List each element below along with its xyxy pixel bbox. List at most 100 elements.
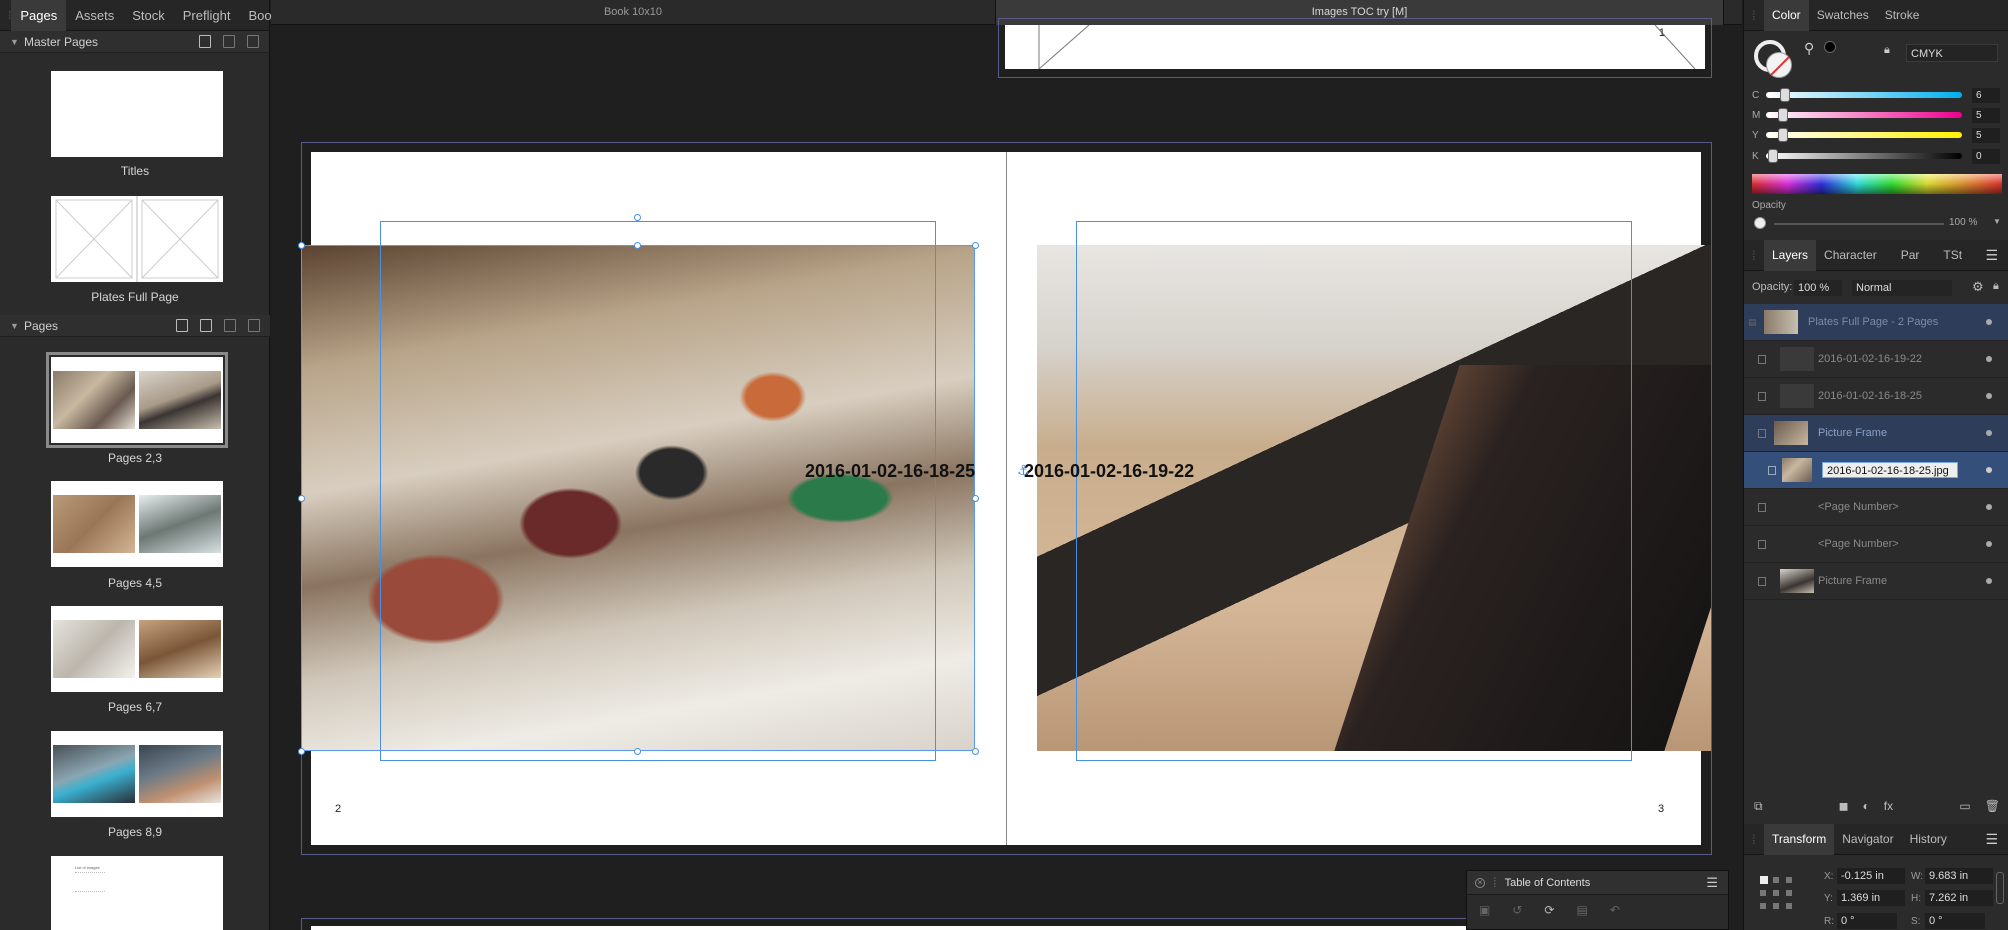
master-thumb-plates[interactable] [51, 196, 223, 282]
w-field[interactable]: 9.683 in [1925, 868, 1993, 884]
slider-track[interactable] [1766, 88, 1962, 102]
resize-handle[interactable] [972, 748, 979, 755]
layer-row-master[interactable]: ▤ Plates Full Page - 2 Pages [1744, 304, 2008, 341]
lock-icon[interactable]: 🔒︎ [1993, 280, 1999, 293]
slider-value[interactable]: 6 [1972, 87, 2000, 103]
rotate-handle[interactable] [634, 214, 641, 221]
resize-handle[interactable] [972, 242, 979, 249]
anchor-point-selector[interactable] [1758, 874, 1796, 912]
master-pages-header[interactable]: ▼ Master Pages [0, 31, 269, 53]
add-page-icon[interactable] [200, 319, 212, 332]
chevron-down-icon[interactable]: ▼ [1993, 217, 2001, 226]
remove-toc-icon[interactable]: ↺ [1512, 903, 1522, 917]
color-model-select[interactable]: CMYK [1906, 44, 1998, 62]
resize-handle[interactable] [634, 748, 641, 755]
tab-stroke[interactable]: Stroke [1877, 0, 1928, 31]
page-thumb-6-7[interactable] [51, 606, 223, 692]
add-layer-icon[interactable]: ▭ [1959, 799, 1970, 813]
color-picker-icon[interactable]: ⚲ [1804, 40, 1814, 57]
document-canvas[interactable]: Book 10x10 Images TOC try [M] 1 2016-01-… [271, 0, 1742, 930]
rotation-field[interactable]: 0 ° [1837, 913, 1897, 929]
page-thumb-8-9[interactable] [51, 731, 223, 817]
trash-icon[interactable]: 🗑︎ [1985, 799, 2000, 813]
panel-grip-icon[interactable]: ⁞ [1752, 832, 1764, 847]
insert-toc-icon[interactable]: ▣ [1479, 903, 1490, 917]
slider-value[interactable]: 0 [1972, 148, 2000, 164]
resize-handle[interactable] [298, 495, 305, 502]
slider-knob[interactable] [1777, 128, 1788, 142]
opacity-track[interactable] [1774, 223, 1944, 225]
slider-track[interactable] [1766, 149, 1962, 163]
page-thumb-toc[interactable]: List of images [51, 856, 223, 930]
layer-row-selected[interactable]: 2016-01-02-16-18-25.jpg [1744, 452, 2008, 489]
color-swatch-black[interactable] [1824, 41, 1836, 53]
blend-mode-select[interactable]: Normal [1852, 280, 1952, 296]
selection-box[interactable] [301, 245, 975, 751]
right-image-caption[interactable]: 2016-01-02-16-19-22 [1024, 461, 1194, 482]
layer-row-picture-frame[interactable]: Picture Frame [1744, 415, 2008, 452]
page-thumb-2-3[interactable] [46, 352, 228, 448]
pages-header[interactable]: ▼ Pages [0, 315, 270, 337]
visibility-dot-icon[interactable] [1986, 319, 1992, 325]
slider-track[interactable] [1766, 108, 1962, 122]
left-image-caption[interactable]: 2016-01-02-16-18-25 [805, 461, 975, 482]
page-thumb-4-5[interactable] [51, 481, 223, 567]
tab-transform[interactable]: Transform [1764, 823, 1835, 855]
delete-master-icon[interactable] [247, 35, 259, 48]
fx-icon[interactable]: fx [1884, 799, 1893, 813]
tab-preflight[interactable]: Preflight [174, 0, 240, 31]
shear-field[interactable]: 0 ° [1925, 913, 1985, 929]
layer-name-edit-field[interactable]: 2016-01-02-16-18-25.jpg [1822, 462, 1958, 478]
previous-spread-page[interactable]: 1 [1005, 24, 1705, 70]
chevron-down-icon[interactable]: ▼ [10, 321, 24, 331]
add-master-icon[interactable] [199, 35, 211, 48]
delete-toc-icon[interactable]: ▤ [1576, 903, 1587, 917]
arrange-icon[interactable]: ⧉ [1754, 799, 1763, 814]
opacity-value[interactable]: 100 % [1949, 217, 1977, 228]
tab-stock[interactable]: Stock [123, 0, 174, 31]
visibility-dot-icon[interactable] [1986, 430, 1992, 436]
x-field[interactable]: -0.125 in [1837, 868, 1905, 884]
panel-menu-icon[interactable]: ☰ [1706, 875, 1718, 891]
tab-text-styles[interactable]: TSt [1935, 240, 1970, 271]
panel-grip-icon[interactable]: ⁞ [1752, 8, 1764, 23]
tab-paragraph[interactable]: Par [1893, 240, 1928, 271]
slider-value[interactable]: 5 [1972, 127, 2000, 143]
resize-handle[interactable] [972, 495, 979, 502]
visibility-dot-icon[interactable] [1986, 541, 1992, 547]
insert-pages-icon[interactable] [176, 319, 188, 332]
tab-character[interactable]: Character [1816, 240, 1885, 271]
layer-row[interactable]: 2016-01-02-16-18-25 [1744, 378, 2008, 415]
panel-grip-icon[interactable]: ⁞ [1493, 875, 1497, 890]
chevron-down-icon[interactable]: ▼ [10, 37, 24, 47]
resize-handle[interactable] [298, 748, 305, 755]
visibility-dot-icon[interactable] [1986, 393, 1992, 399]
duplicate-page-icon[interactable] [224, 319, 236, 332]
panel-grip-icon[interactable]: ⁞ [1752, 248, 1764, 263]
close-icon[interactable]: × [1475, 877, 1485, 888]
visibility-dot-icon[interactable] [1986, 356, 1992, 362]
layer-row[interactable]: 2016-01-02-16-19-22 [1744, 341, 2008, 378]
adjustment-icon[interactable]: ◐ [1863, 799, 1870, 813]
slider-knob[interactable] [1768, 149, 1778, 163]
gear-icon[interactable]: ⚙ [1972, 279, 1984, 295]
panel-menu-icon[interactable]: ☰ [1985, 247, 1998, 264]
master-thumb-titles[interactable] [51, 71, 223, 157]
panel-menu-icon[interactable]: ☰ [1985, 831, 1998, 848]
slider-track[interactable] [1766, 128, 1962, 142]
tab-book-10x10[interactable]: Book 10x10 [271, 0, 996, 25]
slider-value[interactable]: 5 [1972, 107, 2000, 123]
resize-handle[interactable] [298, 242, 305, 249]
fill-color-well[interactable] [1766, 52, 1792, 78]
resize-handle[interactable] [634, 242, 641, 249]
duplicate-master-icon[interactable] [223, 35, 235, 48]
link-proportions-icon[interactable] [1996, 872, 2004, 904]
layer-row[interactable]: Picture Frame [1744, 563, 2008, 600]
tab-history[interactable]: History [1902, 824, 1955, 855]
y-field[interactable]: 1.369 in [1837, 890, 1905, 906]
visibility-dot-icon[interactable] [1986, 504, 1992, 510]
slider-knob[interactable] [1777, 108, 1788, 122]
tab-navigator[interactable]: Navigator [1834, 824, 1901, 855]
layer-row[interactable]: <Page Number> [1744, 526, 2008, 563]
slider-knob[interactable] [1779, 88, 1790, 102]
